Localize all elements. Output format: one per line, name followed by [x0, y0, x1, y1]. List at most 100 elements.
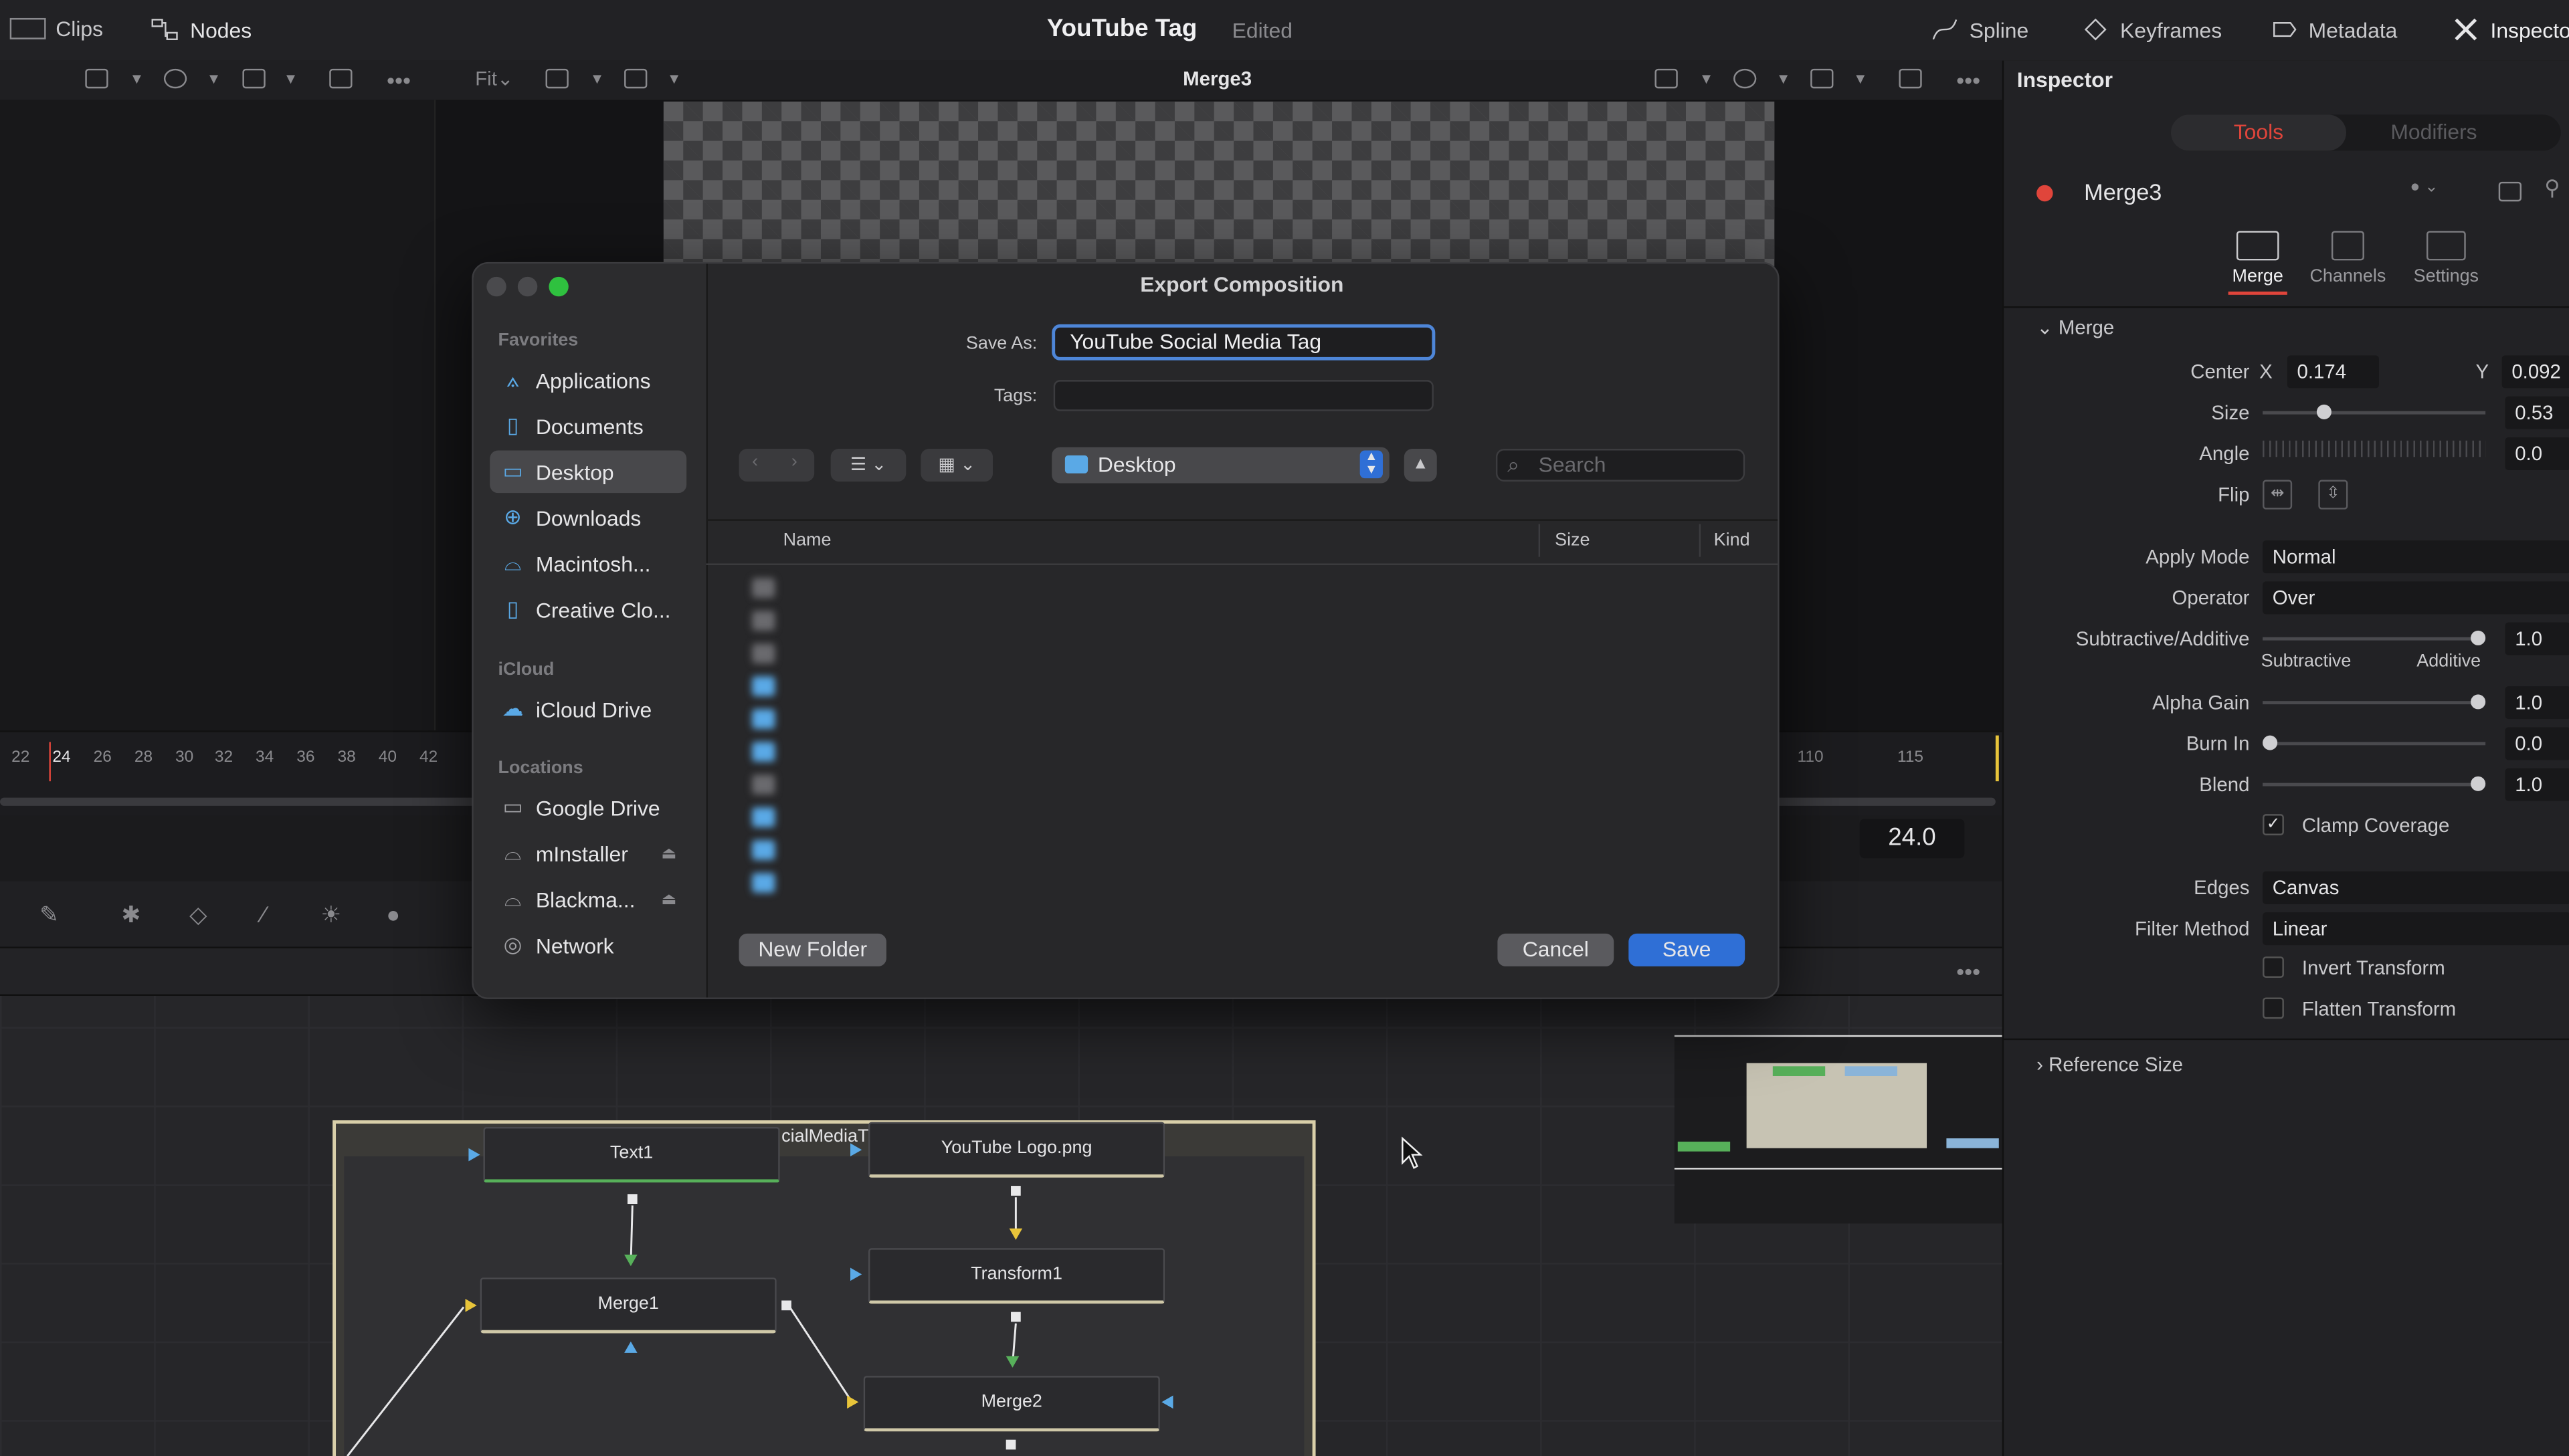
- sidebar-item-downloads[interactable]: ⊕ Downloads: [490, 496, 686, 539]
- frame-icon[interactable]: [329, 68, 353, 89]
- new-folder-button[interactable]: New Folder: [739, 933, 886, 966]
- node-merge2[interactable]: Merge2: [863, 1376, 1160, 1432]
- invert-transform-checkbox[interactable]: [2263, 956, 2284, 978]
- minimize-window-button[interactable]: [517, 276, 538, 297]
- end-marker[interactable]: [1995, 735, 1999, 782]
- sidebar-item-documents[interactable]: ▯ Documents: [490, 405, 686, 447]
- file-row[interactable]: [706, 670, 1778, 703]
- column-header-size[interactable]: Size: [1555, 530, 1590, 550]
- drop-icon[interactable]: ●: [380, 901, 406, 927]
- chevron-down-icon[interactable]: ▼: [1776, 70, 1791, 86]
- input-port[interactable]: [465, 1299, 477, 1312]
- column-header-name[interactable]: Name: [783, 530, 832, 550]
- nodes-tab[interactable]: Nodes: [151, 16, 252, 42]
- color-icon[interactable]: [163, 68, 187, 89]
- angle-wheel[interactable]: [2263, 440, 2486, 457]
- cancel-button[interactable]: Cancel: [1497, 933, 1614, 966]
- sidebar-item-minstaller[interactable]: ⌓ mInstaller ⏏: [490, 832, 686, 875]
- file-row[interactable]: [706, 605, 1778, 637]
- grid-icon[interactable]: [1810, 68, 1834, 89]
- operator-dropdown[interactable]: Over: [2263, 581, 2569, 615]
- file-row[interactable]: [706, 736, 1778, 768]
- node-text1[interactable]: Text1: [483, 1126, 780, 1183]
- flatten-transform-checkbox[interactable]: [2263, 997, 2284, 1019]
- list-view-button[interactable]: ☰ ⌄: [830, 449, 907, 482]
- chevron-down-icon[interactable]: ▼: [1853, 70, 1868, 86]
- sidebar-item-desktop[interactable]: ▭ Desktop: [490, 450, 687, 494]
- file-row[interactable]: [706, 867, 1778, 900]
- column-header-kind[interactable]: Kind: [1714, 530, 1750, 550]
- close-window-button[interactable]: [486, 276, 506, 297]
- burn-in-slider-knob[interactable]: [2263, 735, 2278, 750]
- location-dropdown[interactable]: Desktop ▲ ▼: [1052, 447, 1390, 484]
- file-row[interactable]: [706, 768, 1778, 801]
- size-slider-knob[interactable]: [2316, 404, 2332, 419]
- output-port[interactable]: [1006, 1439, 1016, 1450]
- expand-button[interactable]: ▲: [1404, 449, 1437, 482]
- flip-vertical-icon[interactable]: ⇳: [2318, 480, 2348, 510]
- output-port[interactable]: [1011, 1312, 1021, 1322]
- alpha-gain-slider[interactable]: [2263, 701, 2486, 705]
- node-options-icon[interactable]: ● ⌄: [2410, 179, 2438, 197]
- paint-icon[interactable]: ✎: [36, 901, 62, 927]
- edges-dropdown[interactable]: Canvas: [2263, 871, 2569, 904]
- color-icon[interactable]: [1733, 68, 1757, 89]
- chevron-down-icon[interactable]: ▼: [1699, 70, 1714, 86]
- file-row[interactable]: [706, 703, 1778, 736]
- input-port[interactable]: [468, 1148, 480, 1162]
- center-y-field[interactable]: 0.092: [2501, 355, 2569, 389]
- current-frame[interactable]: 24.0: [1859, 819, 1965, 859]
- back-button[interactable]: ‹: [752, 452, 758, 472]
- eject-icon[interactable]: ⏏: [661, 844, 676, 862]
- node-color-dot[interactable]: [2036, 185, 2053, 202]
- sidebar-item-icloud-drive[interactable]: ☁ iCloud Drive: [490, 688, 686, 731]
- node-youtube-logo[interactable]: YouTube Logo.png: [868, 1122, 1165, 1178]
- more-icon[interactable]: •••: [1956, 67, 1980, 93]
- fit-dropdown[interactable]: Fit⌄: [475, 67, 513, 90]
- node-transform1[interactable]: Transform1: [868, 1248, 1165, 1304]
- mask-port[interactable]: [624, 1341, 638, 1353]
- section-reference-size[interactable]: › Reference Size: [2036, 1053, 2183, 1076]
- input-port[interactable]: [1161, 1395, 1173, 1409]
- grid-icon[interactable]: [242, 68, 266, 89]
- file-row[interactable]: [706, 801, 1778, 834]
- curve-icon[interactable]: ∕: [251, 901, 277, 927]
- tab-modifiers[interactable]: Modifiers: [2346, 114, 2522, 150]
- node-minimap[interactable]: [1674, 1035, 2002, 1224]
- clamp-coverage-checkbox[interactable]: ✓: [2263, 814, 2284, 835]
- window-icon[interactable]: [2498, 181, 2522, 202]
- save-button[interactable]: Save: [1628, 933, 1745, 966]
- size-field[interactable]: 0.53: [2505, 396, 2569, 429]
- subadd-slider[interactable]: [2263, 637, 2486, 641]
- pin-icon[interactable]: ⚲: [2544, 175, 2560, 201]
- chevron-down-icon[interactable]: ▼: [667, 70, 682, 86]
- save-as-input[interactable]: YouTube Social Media Tag: [1052, 324, 1436, 360]
- brightness-icon[interactable]: ☀: [318, 901, 344, 927]
- grid-view-button[interactable]: ▦ ⌄: [921, 449, 993, 482]
- output-port[interactable]: [1011, 1186, 1021, 1196]
- burn-in-slider[interactable]: [2263, 742, 2486, 746]
- file-row[interactable]: [706, 834, 1778, 867]
- tab-tools[interactable]: Tools: [2170, 114, 2346, 151]
- filter-method-dropdown[interactable]: Linear: [2263, 912, 2569, 946]
- blend-field[interactable]: 1.0: [2505, 768, 2569, 801]
- subtab-channels[interactable]: Channels: [2305, 231, 2390, 287]
- spline-tab[interactable]: Spline: [1930, 16, 2028, 42]
- output-port[interactable]: [627, 1194, 638, 1205]
- burn-in-field[interactable]: 0.0: [2505, 727, 2569, 760]
- bspline-icon[interactable]: ◇: [185, 901, 211, 927]
- inspector-tab[interactable]: Inspecto: [2451, 16, 2569, 42]
- blend-slider[interactable]: [2263, 783, 2486, 787]
- sidebar-item-blackmagic[interactable]: ⌓ Blackma... ⏏: [490, 878, 686, 921]
- clips-tab[interactable]: Clips: [9, 16, 103, 41]
- text-icon[interactable]: [545, 68, 569, 89]
- layout-icon[interactable]: [1654, 68, 1678, 89]
- metadata-tab[interactable]: Metadata: [2269, 16, 2397, 42]
- subadd-slider-knob[interactable]: [2471, 630, 2486, 645]
- alpha-gain-slider-knob[interactable]: [2471, 694, 2486, 710]
- input-port[interactable]: [847, 1395, 859, 1409]
- sidebar-item-creative-cloud[interactable]: ▯ Creative Clo...: [490, 588, 686, 631]
- node-merge1[interactable]: Merge1: [480, 1277, 777, 1334]
- chevron-down-icon[interactable]: ▼: [590, 70, 605, 86]
- playhead[interactable]: [49, 742, 51, 782]
